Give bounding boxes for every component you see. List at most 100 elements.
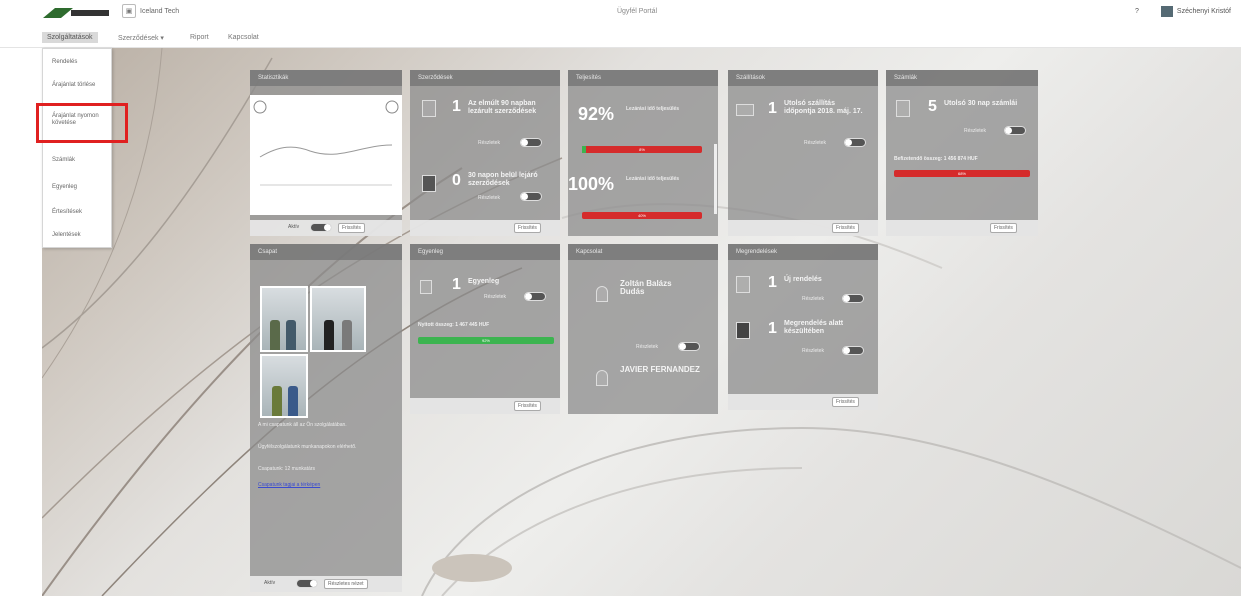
user-name: Széchenyi Kristóf <box>1176 8 1231 15</box>
widget-footer: Aktív Részletes nézet <box>250 576 402 592</box>
details-toggle[interactable] <box>520 192 542 201</box>
details-toggle[interactable] <box>842 346 864 355</box>
details-toggle[interactable] <box>1004 126 1026 135</box>
invoices-widget: Számlák 5 Utolsó 30 nap számlái Részlete… <box>886 70 1038 236</box>
details-link[interactable]: Részletek <box>802 296 824 302</box>
company-icon: ▣ <box>122 4 136 18</box>
dropdown-item-balance[interactable]: Egyenleg <box>52 184 107 191</box>
details-toggle[interactable] <box>678 342 700 351</box>
count-value: 0 <box>452 172 461 189</box>
calendar-icon <box>422 100 436 117</box>
count-label: Utolsó szállítás időpontja 2018. máj. 17… <box>784 100 863 115</box>
dropdown-item-invoices[interactable]: Számlák <box>52 157 107 164</box>
widget-title: Megrendelések <box>728 244 878 260</box>
dropdown-item-reports[interactable]: Jelentések <box>52 232 107 239</box>
scrollbar[interactable] <box>714 144 717 214</box>
count-label: Új rendelés <box>784 276 822 283</box>
company-selector[interactable]: ▣ Iceland Tech <box>122 4 179 18</box>
contracts-widget: Szerződések 1 Az elmúlt 90 napban lezáru… <box>410 70 560 236</box>
top-bar: ▣ Iceland Tech Ügyfél Portál ? Széchenyi… <box>0 0 1241 30</box>
balance-progress-bar: 92% <box>418 337 554 344</box>
user-menu[interactable]: Széchenyi Kristóf <box>1160 6 1231 17</box>
details-toggle[interactable] <box>842 294 864 303</box>
document-icon <box>736 276 750 293</box>
refresh-button[interactable]: Frissítés <box>338 223 365 233</box>
calendar-icon <box>422 175 436 192</box>
wallet-icon <box>420 280 432 294</box>
team-map-link[interactable]: Csapatunk tagjai a térképen <box>258 482 320 488</box>
stats-chart-area <box>250 95 402 215</box>
count-value: 1 <box>768 320 777 337</box>
percent-value: 92% <box>578 104 615 124</box>
services-dropdown: Rendelés Árajánlat törlése Árajánlat nyo… <box>42 48 112 248</box>
details-toggle[interactable] <box>844 138 866 147</box>
sla-progress-fill <box>582 146 586 153</box>
percent-value: 100% <box>568 174 615 194</box>
sla-widget: Teljesítés 92% Lezárási idő teljesülés 8… <box>568 70 718 236</box>
widget-footer: Frissítés <box>410 220 560 236</box>
details-link[interactable]: Részletek <box>804 140 826 146</box>
refresh-button[interactable]: Frissítés <box>990 223 1017 233</box>
portal-title: Ügyfél Portál <box>616 8 658 15</box>
active-label: Aktív <box>264 580 276 586</box>
delivery-widget: Szállítások 1 Utolsó szállítás időpontja… <box>728 70 878 236</box>
active-label: Aktív <box>288 224 300 230</box>
refresh-button[interactable]: Frissítés <box>832 223 859 233</box>
count-value: 1 <box>452 276 461 293</box>
team-photo[interactable] <box>260 354 308 418</box>
percent-label: Lezárási idő teljesülés <box>626 176 680 182</box>
detailed-view-button[interactable]: Részletes nézet <box>324 579 368 589</box>
invoice-bar-label: 68% <box>957 171 966 176</box>
nav-item-contracts[interactable]: Szerződések ▾ <box>118 34 164 42</box>
company-logo-icon[interactable] <box>43 6 111 20</box>
nav-item-contact[interactable]: Kapcsolat <box>228 34 259 41</box>
amount-label: Nyitott összeg: 1 467 445 HUF <box>418 322 490 328</box>
balance-bar-label: 92% <box>481 338 490 343</box>
sla-bar-label: 8% <box>639 147 645 152</box>
active-toggle[interactable] <box>310 223 332 232</box>
person-icon <box>596 370 608 386</box>
dropdown-item-order[interactable]: Rendelés <box>52 59 107 66</box>
details-toggle[interactable] <box>520 138 542 147</box>
details-link[interactable]: Részletek <box>964 128 986 134</box>
page: ▣ Iceland Tech Ügyfél Portál ? Széchenyi… <box>0 0 1241 596</box>
details-link[interactable]: Részletek <box>478 195 500 201</box>
widget-title: Csapat <box>250 244 402 260</box>
nav-item-services[interactable]: Szolgáltatások <box>42 32 98 43</box>
refresh-button[interactable]: Frissítés <box>832 397 859 407</box>
active-toggle[interactable] <box>296 579 318 588</box>
count-value: 1 <box>768 274 777 291</box>
count-label: 30 napon belül lejáró szerződések <box>468 172 538 187</box>
sla-bar-label: 40% <box>637 213 646 218</box>
document-icon <box>896 100 910 117</box>
orders-widget: Megrendelések 1 Új rendelés Részletek 1 … <box>728 244 878 410</box>
widget-title: Kapcsolat <box>568 244 718 260</box>
stats-widget: Statisztikák Aktív Frissítés <box>250 70 402 236</box>
count-value: 5 <box>928 98 937 115</box>
dropdown-item-quote-delete[interactable]: Árajánlat törlése <box>52 82 107 89</box>
details-link[interactable]: Részletek <box>636 344 658 350</box>
dropdown-item-notifications[interactable]: Értesítések <box>52 209 107 216</box>
team-photo[interactable] <box>310 286 366 352</box>
contact-name: Zoltán Balázs Dudás <box>620 279 672 296</box>
company-name: Iceland Tech <box>140 7 180 15</box>
details-link[interactable]: Részletek <box>802 348 824 354</box>
widget-title: Statisztikák <box>250 70 402 86</box>
widget-footer: Frissítés <box>728 394 878 410</box>
balance-label: Befizetendő összeg: 1 456 874 HUF <box>894 156 978 162</box>
refresh-button[interactable]: Frissítés <box>514 223 541 233</box>
team-description: A mi csapatunk áll az Ön szolgálatában. <box>258 422 347 428</box>
details-link[interactable]: Részletek <box>484 294 506 300</box>
details-link[interactable]: Részletek <box>478 140 500 146</box>
help-icon[interactable]: ? <box>1135 8 1139 15</box>
team-widget: Csapat A mi csapatunk áll az Ön szolgála… <box>250 244 402 592</box>
team-photo[interactable] <box>260 286 308 352</box>
count-value: 1 <box>768 100 777 117</box>
sla-progress-bar: 8% <box>582 146 702 153</box>
details-toggle[interactable] <box>524 292 546 301</box>
main-nav: Szolgáltatások Szerződések ▾ Riport Kapc… <box>0 30 1241 48</box>
nav-item-report[interactable]: Riport <box>190 34 209 41</box>
widget-footer: Frissítés <box>886 220 1038 236</box>
contact-name: JAVIER FERNANDEZ <box>620 365 700 374</box>
refresh-button[interactable]: Frissítés <box>514 401 541 411</box>
